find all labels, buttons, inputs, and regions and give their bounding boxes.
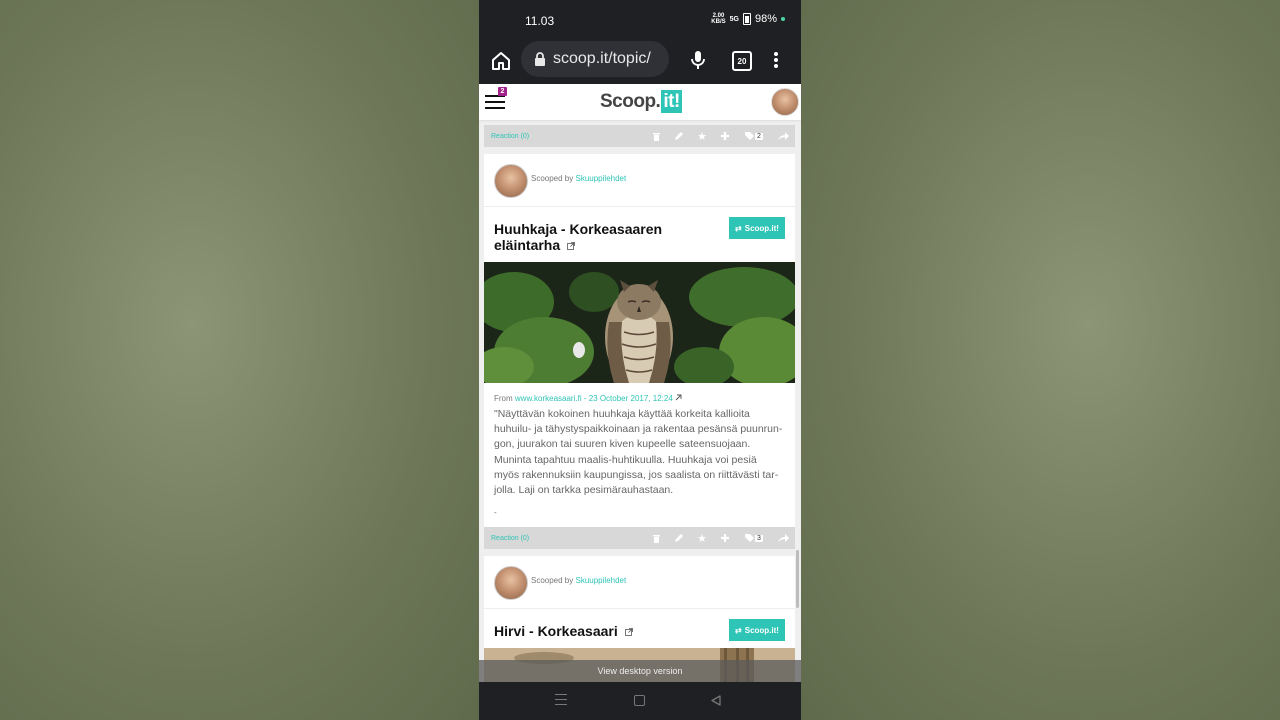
tag-count: 3: [755, 534, 763, 542]
scooped-prefix: Scooped by: [531, 576, 574, 585]
scoopit-button[interactable]: ⇄ Scoop.it!: [729, 619, 785, 641]
trash-icon[interactable]: [650, 532, 662, 544]
status-time: 11.03: [525, 14, 555, 28]
network-speed: 2.00 KB/S: [711, 13, 725, 25]
nav-home-icon[interactable]: [634, 695, 645, 706]
scooped-by-text: Scooped by Skuuppilehdet: [531, 174, 626, 183]
recent-apps-icon[interactable]: [555, 694, 567, 706]
post-action-bar: Reaction (0) ★ ✚ 3: [484, 527, 795, 549]
move-icon[interactable]: ✚: [719, 532, 731, 545]
scooped-by-row: Scooped by Skuuppilehdet: [484, 556, 795, 609]
tag-icon[interactable]: 3: [742, 532, 766, 544]
scoopit-logo[interactable]: Scoop. it!: [600, 90, 682, 113]
home-icon[interactable]: [489, 49, 513, 73]
post-dash: -: [494, 508, 497, 517]
post-title-text[interactable]: Hirvi - Korkeasaari: [494, 623, 618, 639]
phone-screen: 11.03 2.00 KB/S 5G 98% scoop.it/topic/ 2…: [479, 0, 801, 720]
scoopit-button-label: Scoop.it!: [744, 223, 779, 233]
trash-icon[interactable]: [650, 130, 662, 142]
external-link-icon[interactable]: [567, 242, 575, 251]
curator-avatar[interactable]: [494, 566, 528, 600]
source-prefix: From: [494, 394, 513, 403]
video-background-right: [801, 0, 1280, 720]
status-bar: 11.03 2.00 KB/S 5G 98%: [479, 0, 801, 40]
move-icon[interactable]: ✚: [719, 130, 731, 143]
post-title[interactable]: Hirvi - Korkeasaari: [494, 623, 694, 639]
post-title-text[interactable]: Huuhkaja - Korkeasaaren eläintarha: [494, 221, 662, 253]
lock-icon: [535, 52, 545, 66]
video-background-left: [0, 0, 479, 720]
scooped-by-text: Scooped by Skuuppilehdet: [531, 576, 626, 585]
scooped-prefix: Scooped by: [531, 174, 574, 183]
scoopit-button-label: Scoop.it!: [744, 625, 779, 635]
logo-it: it!: [661, 90, 682, 113]
user-avatar[interactable]: [771, 88, 799, 116]
share-icon[interactable]: [777, 130, 789, 142]
star-icon[interactable]: ★: [696, 532, 708, 545]
tab-switcher-button[interactable]: 20: [732, 51, 752, 71]
curator-link[interactable]: Skuuppilehdet: [576, 576, 627, 585]
more-options-icon[interactable]: [773, 50, 779, 70]
post-excerpt: "Näyttävän kokoinen huuhkaja käyttää kor…: [494, 408, 783, 497]
star-icon[interactable]: ★: [696, 130, 708, 143]
logo-text: Scoop.: [600, 90, 661, 112]
pencil-icon[interactable]: [673, 130, 685, 142]
view-desktop-version-link[interactable]: View desktop version: [479, 660, 801, 682]
link-icon[interactable]: [675, 394, 682, 401]
notification-badge: 2: [498, 87, 507, 96]
rescoop-icon: ⇄: [735, 223, 742, 233]
post-action-bar: Reaction (0) ★ ✚ 2: [484, 125, 795, 147]
page-scrollbar[interactable]: [796, 550, 799, 608]
owl-photo-graphic: [484, 262, 795, 383]
status-icons: 2.00 KB/S 5G 98%: [711, 13, 785, 25]
browser-toolbar: scoop.it/topic/ 20: [479, 40, 801, 84]
signal-icon: 5G: [729, 15, 739, 23]
owl-photo[interactable]: [484, 262, 795, 383]
android-nav-bar: [479, 682, 801, 720]
curator-avatar[interactable]: [494, 164, 528, 198]
tag-icon[interactable]: 2: [742, 130, 766, 142]
curator-link[interactable]: Skuuppilehdet: [576, 174, 627, 183]
pencil-icon[interactable]: [673, 532, 685, 544]
reaction-link[interactable]: Reaction (0): [491, 133, 639, 140]
hamburger-menu-icon[interactable]: [485, 95, 505, 109]
post-title[interactable]: Huuhkaja - Korkeasaaren eläintarha: [494, 221, 694, 253]
network-speed-unit: KB/S: [711, 19, 726, 25]
post-source: From www.korkeasaari.fi - 23 October 201…: [494, 394, 682, 403]
scoopit-button[interactable]: ⇄ Scoop.it!: [729, 217, 785, 239]
scooped-by-row: Scooped by Skuuppilehdet: [484, 154, 795, 207]
web-page: 2 Scoop. it! Reaction (0) ★ ✚ 2 Scooped …: [479, 84, 801, 682]
battery-icon: [742, 13, 751, 25]
microphone-icon[interactable]: [689, 50, 707, 70]
site-header: 2 Scoop. it!: [479, 84, 801, 120]
tag-count: 2: [755, 132, 763, 140]
privacy-dot-icon: [781, 17, 785, 21]
url-bar[interactable]: scoop.it/topic/: [521, 41, 669, 77]
share-icon[interactable]: [777, 532, 789, 544]
reaction-link[interactable]: Reaction (0): [491, 535, 639, 542]
external-link-icon[interactable]: [624, 628, 633, 637]
battery-percent: 98%: [754, 13, 777, 25]
rescoop-icon: ⇄: [735, 625, 742, 635]
tab-count: 20: [737, 56, 747, 66]
source-link[interactable]: www.korkeasaari.fi - 23 October 2017, 12…: [515, 394, 673, 403]
back-icon[interactable]: [711, 695, 721, 706]
url-text: scoop.it/topic/: [553, 50, 651, 67]
